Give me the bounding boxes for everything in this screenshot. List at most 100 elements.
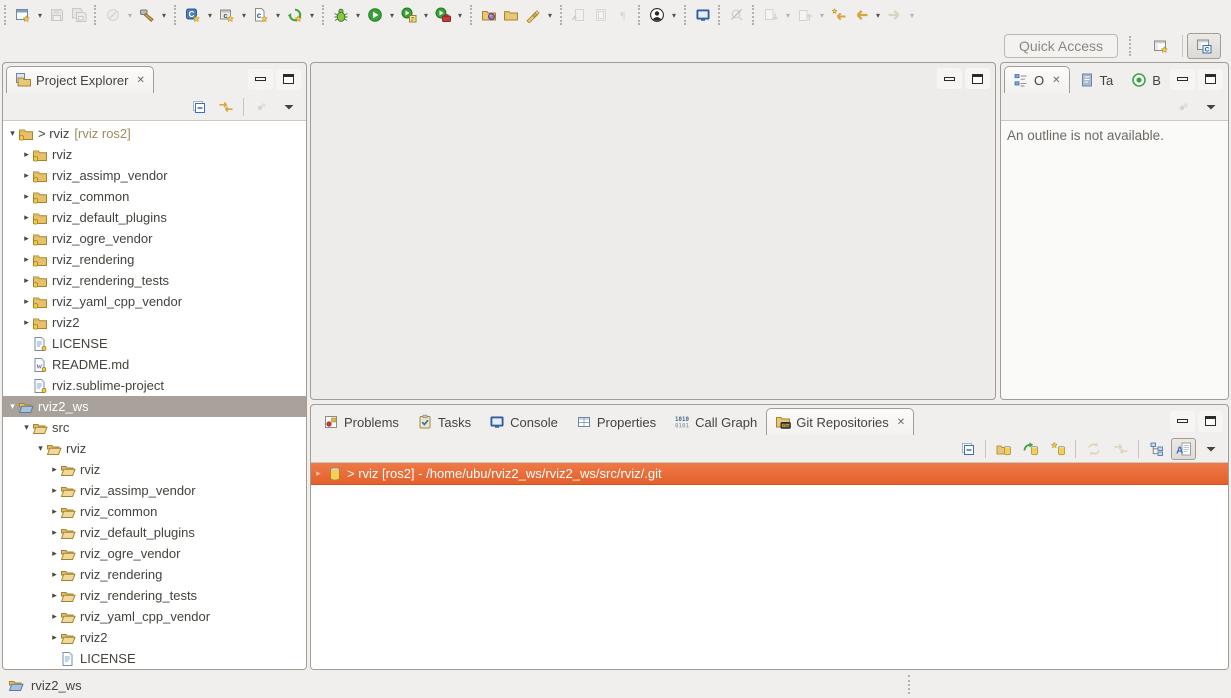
minimize-button[interactable] — [248, 69, 273, 90]
debug-button[interactable] — [330, 3, 352, 27]
new-launch-target-button[interactable] — [284, 3, 306, 27]
bottom-tab-console[interactable]: Console — [480, 408, 567, 435]
tree-item-rviz-common[interactable]: ▸rviz_common — [3, 186, 306, 207]
mark-occurrences-button[interactable] — [726, 3, 748, 27]
tree-item-rviz-yaml-cpp-vendor[interactable]: ▸rviz_yaml_cpp_vendor — [3, 291, 306, 312]
tree-item-rviz-rendering[interactable]: ▸rviz_rendering — [3, 249, 306, 270]
bottom-tab-call-graph[interactable]: 10100101Call Graph — [665, 408, 766, 435]
open-folder-button[interactable] — [500, 3, 522, 27]
save-button[interactable] — [46, 3, 68, 27]
collapsed-arrow-icon[interactable]: ▸ — [21, 213, 32, 223]
forward-button[interactable] — [884, 3, 906, 27]
collapsed-arrow-icon[interactable]: ▸ — [49, 465, 60, 475]
refresh-button[interactable] — [1081, 438, 1106, 460]
tree-item-rviz-assimp-vendor[interactable]: ▸rviz_assimp_vendor — [3, 165, 306, 186]
quick-access-button[interactable]: Quick Access — [1004, 34, 1118, 58]
tree-item-rviz-ogre-vendor[interactable]: ▸rviz_ogre_vendor — [3, 228, 306, 249]
collapsed-arrow-icon[interactable]: ▸ — [21, 171, 32, 181]
hierarchical-layout-button[interactable] — [1144, 438, 1169, 460]
editor-area[interactable] — [310, 62, 996, 400]
build-dropdown[interactable]: ▾ — [158, 11, 170, 20]
view-menu-button[interactable] — [1198, 96, 1223, 118]
open-perspective-button[interactable] — [1144, 33, 1178, 59]
run-dropdown[interactable]: ▾ — [386, 11, 398, 20]
bottom-tab-tasks[interactable]: Tasks — [408, 408, 480, 435]
previous-annotation-button[interactable] — [794, 3, 816, 27]
status-bar-separator[interactable] — [908, 675, 910, 694]
tree-item-rviz[interactable]: ▾> rviz[rviz ros2] — [3, 123, 306, 144]
collapsed-arrow-icon[interactable]: ▸ — [49, 528, 60, 538]
collapse-all-button[interactable] — [186, 96, 211, 118]
open-console-button[interactable] — [692, 3, 714, 27]
collapsed-arrow-icon[interactable]: ▸ — [49, 549, 60, 559]
tree-item-rviz[interactable]: ▾rviz — [3, 438, 306, 459]
user-profile-button[interactable] — [646, 3, 668, 27]
run-button[interactable] — [364, 3, 386, 27]
git-repository-row[interactable]: ▸ > rviz [ros2] - /home/ubu/rviz2_ws/rvi… — [311, 463, 1228, 485]
run-configurations-button[interactable] — [398, 3, 420, 27]
collapsed-arrow-icon[interactable]: ▸ — [49, 591, 60, 601]
close-icon[interactable]: ✕ — [897, 417, 905, 428]
new-source-file-dropdown[interactable]: ▾ — [272, 11, 284, 20]
tree-item-rviz[interactable]: ▸rviz — [3, 459, 306, 480]
skip-all-breakpoints-dropdown[interactable]: ▾ — [124, 11, 136, 20]
collapsed-arrow-icon[interactable]: ▸ — [49, 507, 60, 517]
clone-repository-button[interactable] — [1018, 438, 1043, 460]
bottom-tab-properties[interactable]: Properties — [567, 408, 665, 435]
view-menu-button[interactable] — [276, 96, 301, 118]
tree-item-rviz-rendering-tests[interactable]: ▸rviz_rendering_tests — [3, 585, 306, 606]
tree-item-rviz-default-plugins[interactable]: ▸rviz_default_plugins — [3, 522, 306, 543]
collapsed-arrow-icon[interactable]: ▸ — [314, 469, 323, 479]
new-wizard-button[interactable] — [12, 3, 34, 27]
tree-item-rviz-sublime-project[interactable]: rviz.sublime-project — [3, 375, 306, 396]
maximize-button[interactable] — [965, 68, 990, 89]
collapsed-arrow-icon[interactable]: ▸ — [21, 192, 32, 202]
bottom-tab-problems[interactable]: Problems — [314, 408, 408, 435]
last-edit-doc-button[interactable] — [568, 3, 590, 27]
close-icon[interactable]: ✕ — [1052, 75, 1060, 86]
tree-item-src[interactable]: ▾src — [3, 417, 306, 438]
minimize-button[interactable] — [1170, 69, 1195, 90]
profile-dropdown[interactable]: ▾ — [454, 11, 466, 20]
skip-all-breakpoints-button[interactable] — [102, 3, 124, 27]
link-with-selection-button[interactable] — [1108, 438, 1133, 460]
search-button[interactable] — [522, 3, 544, 27]
collapsed-arrow-icon[interactable]: ▸ — [21, 150, 32, 160]
add-repository-button[interactable] — [991, 438, 1016, 460]
collapsed-arrow-icon[interactable]: ▸ — [49, 633, 60, 643]
toggle-branch-representation-button[interactable]: A — [1171, 438, 1196, 460]
tab-project-explorer[interactable]: Project Explorer✕ — [6, 66, 154, 93]
search-dropdown[interactable]: ▾ — [544, 11, 556, 20]
new-wizard-dropdown[interactable]: ▾ — [34, 11, 46, 20]
new-cpp-class-dropdown[interactable]: ▾ — [204, 11, 216, 20]
show-whitespace-button[interactable]: ¶ — [612, 3, 634, 27]
user-profile-dropdown[interactable]: ▾ — [668, 11, 680, 20]
maximize-button[interactable] — [1198, 411, 1223, 432]
minimize-button[interactable] — [937, 68, 962, 89]
forward-dropdown[interactable]: ▾ — [906, 11, 918, 20]
tree-item-rviz-rendering-tests[interactable]: ▸rviz_rendering_tests — [3, 270, 306, 291]
back-dropdown[interactable]: ▾ — [872, 11, 884, 20]
profile-button[interactable] — [432, 3, 454, 27]
view-menu-button[interactable] — [1198, 438, 1223, 460]
create-repository-button[interactable] — [1045, 438, 1070, 460]
tree-item-license[interactable]: LICENSE — [3, 648, 306, 669]
tree-item-rviz2[interactable]: ▸rviz2 — [3, 312, 306, 333]
new-launch-target-dropdown[interactable]: ▾ — [306, 11, 318, 20]
maximize-button[interactable] — [276, 69, 301, 90]
run-configurations-dropdown[interactable]: ▾ — [420, 11, 432, 20]
new-cpp-project-button[interactable]: c — [216, 3, 238, 27]
maximize-button[interactable] — [1198, 69, 1223, 90]
tree-item-rviz2[interactable]: ▸rviz2 — [3, 627, 306, 648]
collapsed-arrow-icon[interactable]: ▸ — [21, 255, 32, 265]
next-annotation-dropdown[interactable]: ▾ — [782, 11, 794, 20]
collapsed-arrow-icon[interactable]: ▸ — [21, 318, 32, 328]
collapse-all-button[interactable] — [955, 438, 980, 460]
tree-item-rviz-ogre-vendor[interactable]: ▸rviz_ogre_vendor — [3, 543, 306, 564]
tree-item-license[interactable]: LICENSE — [3, 333, 306, 354]
bottom-tab-git-repositories[interactable]: GITGit Repositories✕ — [766, 408, 914, 435]
tree-item-rviz-rendering[interactable]: ▸rviz_rendering — [3, 564, 306, 585]
tree-item-rviz-assimp-vendor[interactable]: ▸rviz_assimp_vendor — [3, 480, 306, 501]
last-edit-location-button[interactable] — [828, 3, 850, 27]
new-cpp-project-dropdown[interactable]: ▾ — [238, 11, 250, 20]
